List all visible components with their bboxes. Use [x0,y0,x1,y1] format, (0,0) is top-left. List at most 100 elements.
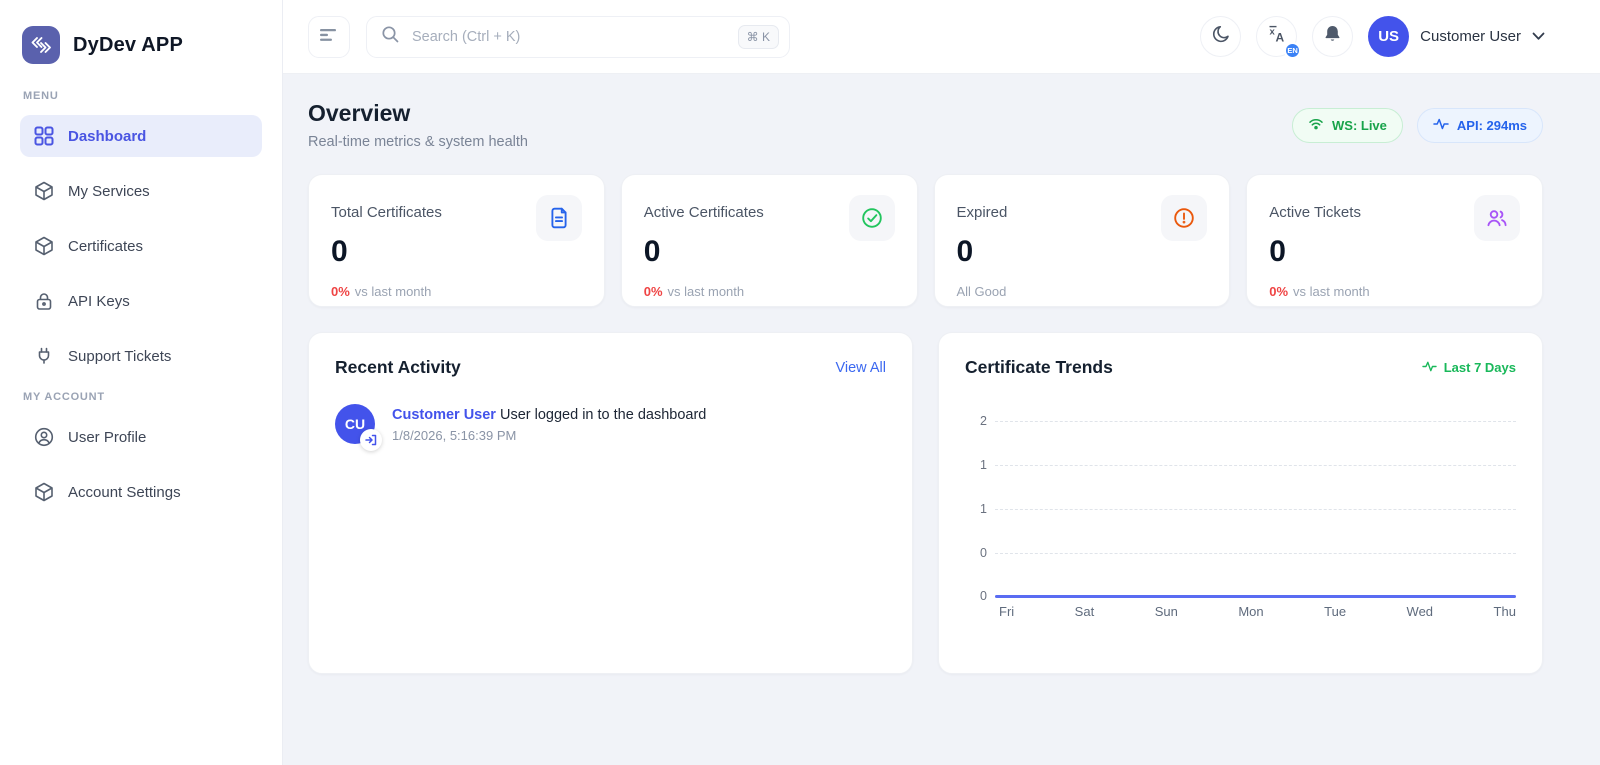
sidebar-section-menu: MENU [23,90,262,102]
search-box: ⌘ K [366,16,790,58]
check-circle-icon [849,195,895,241]
topbar: ⌘ K x A EN [283,0,1600,74]
bell-icon [1323,24,1342,49]
stat-label: Total Certificates [331,195,442,221]
language-switcher[interactable]: x A EN [1256,16,1297,57]
y-axis-tick: 2 [965,414,987,428]
activity-action: User logged in to the dashboard [500,407,706,423]
ws-status-label: WS: Live [1332,118,1387,133]
page-title: Overview [308,100,528,127]
lock-icon [34,291,54,311]
cube-icon [34,236,54,256]
search-shortcut-badge: ⌘ K [738,25,779,49]
hamburger-icon [320,28,338,45]
api-latency-label: API: 294ms [1457,118,1527,133]
recent-activity-panel: Recent Activity View All CU [308,332,913,674]
activity-list-item: CU Customer User User logged in to the d… [335,404,886,444]
stats-row: Total Certificates 0 0%vs last month Act… [308,174,1543,307]
svg-text:A: A [1275,31,1284,45]
sidebar-item-label: API Keys [68,293,130,310]
user-circle-icon [34,427,54,447]
sidebar: DyDev APP MENU Dashboard My Services [0,0,283,765]
stat-note: vs last month [1293,284,1370,299]
page-subtitle: Real-time metrics & system health [308,134,528,150]
stat-note: All Good [957,284,1007,299]
sidebar-item-support-tickets[interactable]: Support Tickets [20,335,262,377]
translate-icon: x A [1267,24,1287,49]
sidebar-item-dashboard[interactable]: Dashboard [20,115,262,157]
panels-row: Recent Activity View All CU [308,332,1543,674]
view-all-link[interactable]: View All [835,360,886,376]
document-icon [536,195,582,241]
sidebar-item-certificates[interactable]: Certificates [20,225,262,267]
api-latency-badge: API: 294ms [1417,108,1543,143]
certificate-trends-panel: Certificate Trends Last 7 Days 2 [938,332,1543,674]
gridline [995,421,1516,422]
sidebar-item-user-profile[interactable]: User Profile [20,416,262,458]
stat-note: vs last month [668,284,745,299]
x-axis-tick: Mon [1238,604,1263,619]
sidebar-item-account-settings[interactable]: Account Settings [20,471,262,513]
logo-double-chevrons-icon [22,26,60,64]
stat-card-active-tickets: Active Tickets 0 0%vs last month [1246,174,1543,307]
alert-circle-icon [1161,195,1207,241]
activity-actor[interactable]: Customer User [392,407,496,423]
search-input[interactable] [410,28,728,46]
trend-series-line [995,595,1516,598]
recent-activity-title: Recent Activity [335,357,461,378]
x-axis-tick: Fri [999,604,1014,619]
activity-timestamp: 1/8/2026, 5:16:39 PM [392,428,706,443]
gridline [995,553,1516,554]
topbar-actions: x A EN US Customer User [1200,16,1545,57]
avatar: US [1368,16,1409,57]
sidebar-item-api-keys[interactable]: API Keys [20,280,262,322]
sidebar-item-label: Certificates [68,238,143,255]
page-header: Overview Real-time metrics & system heal… [308,100,1543,150]
y-axis-tick: 0 [965,589,987,603]
y-axis-tick: 1 [965,458,987,472]
cube-icon [34,181,54,201]
sidebar-item-label: User Profile [68,429,146,446]
stat-label: Active Tickets [1269,195,1361,221]
sidebar-item-label: Account Settings [68,484,181,501]
x-axis-tick: Tue [1324,604,1346,619]
user-name: Customer User [1420,28,1521,45]
status-badges: WS: Live API: 294ms [1292,108,1543,143]
pulse-icon [1433,117,1449,134]
stat-label: Active Certificates [644,195,764,221]
chevron-down-icon [1532,28,1545,46]
notifications-button[interactable] [1312,16,1353,57]
stat-note: vs last month [355,284,432,299]
login-arrow-icon [360,429,382,451]
pulse-icon [1422,360,1437,376]
stat-card-expired: Expired 0 All Good [934,174,1231,307]
cube-icon [34,482,54,502]
sidebar-section-my-account: MY ACCOUNT [23,391,262,403]
sidebar-item-label: Dashboard [68,128,146,145]
x-axis-tick: Sat [1075,604,1095,619]
x-axis-tick: Sun [1155,604,1178,619]
x-axis-labels: Fri Sat Sun Mon Tue Wed Thu [999,604,1516,619]
app-logo: DyDev APP [20,26,262,64]
wifi-icon [1308,117,1324,133]
certificate-trends-title: Certificate Trends [965,357,1113,378]
gridline [995,509,1516,510]
y-axis-tick: 1 [965,502,987,516]
users-icon [1474,195,1520,241]
trend-chart: 2 1 1 0 0 [965,414,1516,592]
stat-delta: 0% [331,284,350,299]
ws-status-badge: WS: Live [1292,108,1403,143]
search-icon [380,24,400,49]
moon-icon [1211,24,1231,49]
grid-icon [34,126,54,146]
sidebar-item-my-services[interactable]: My Services [20,170,262,212]
app-root: DyDev APP MENU Dashboard My Services [0,0,1600,765]
dark-mode-toggle[interactable] [1200,16,1241,57]
user-menu[interactable]: US Customer User [1368,16,1545,57]
language-badge: EN [1284,42,1301,59]
stat-label: Expired [957,195,1008,221]
sidebar-toggle-button[interactable] [308,16,350,58]
y-axis-tick: 0 [965,546,987,560]
sidebar-item-label: My Services [68,183,150,200]
x-axis-tick: Wed [1407,604,1434,619]
